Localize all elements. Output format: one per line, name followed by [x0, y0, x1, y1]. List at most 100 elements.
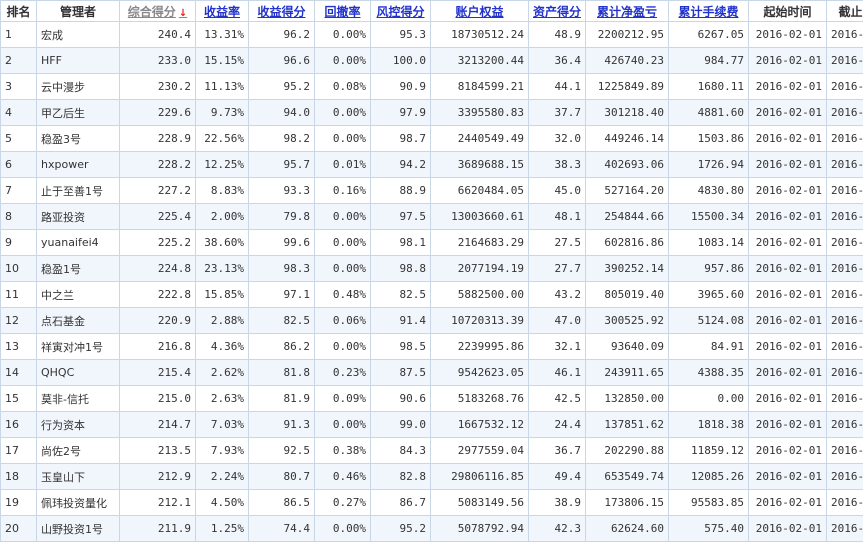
end-date-cell: 2016-02-15 — [826, 333, 863, 360]
drawdown-cell: 0.00% — [314, 203, 371, 230]
return-rate-cell: 22.56% — [195, 125, 249, 152]
col-header-start-date: 起始时间 — [748, 0, 827, 22]
end-date-cell: 2016-02-15 — [826, 489, 863, 516]
start-date-cell: 2016-02-01 — [748, 203, 827, 230]
table-row: 6 hxpower 228.2 12.25% 95.7 0.01% 94.2 3689688.… — [0, 151, 863, 178]
return-score-cell: 98.3 — [248, 255, 315, 282]
drawdown-cell: 0.46% — [314, 463, 371, 490]
total-score-cell: 233.0 — [119, 47, 196, 74]
table-row: 9 yuanaifei4 225.2 38.60% 99.6 0.00% 98.1 21646… — [0, 229, 863, 256]
manager-name: yuanaifei4 — [36, 229, 120, 256]
col-header-drawdown[interactable]: 回撤率 — [314, 0, 371, 22]
asset-score-cell: 42.5 — [528, 385, 586, 412]
return-rate-cell: 23.13% — [195, 255, 249, 282]
net-pnl-cell: 426740.23 — [585, 47, 669, 74]
table-row: 11 中之兰 222.8 15.85% 97.1 0.48% 82.5 5882500.00 4… — [0, 281, 863, 308]
equity-cell: 10720313.39 — [430, 307, 529, 334]
return-rate-cell: 15.85% — [195, 281, 249, 308]
col-header-asset-score[interactable]: 资产得分 — [528, 0, 586, 22]
end-date-cell: 2016-02-15 — [826, 125, 863, 152]
start-date-cell: 2016-02-01 — [748, 307, 827, 334]
risk-score-cell: 98.8 — [370, 255, 431, 282]
equity-cell: 3395580.83 — [430, 99, 529, 126]
table-row: 20 山野投资1号 211.9 1.25% 74.4 0.00% 95.2 5078792.9… — [0, 515, 863, 542]
risk-score-cell: 82.5 — [370, 281, 431, 308]
total-score-cell: 222.8 — [119, 281, 196, 308]
net-pnl-cell: 1225849.89 — [585, 73, 669, 100]
risk-score-cell: 82.8 — [370, 463, 431, 490]
risk-score-cell: 95.3 — [370, 21, 431, 48]
risk-score-cell: 95.2 — [370, 515, 431, 542]
col-header-fees[interactable]: 累计手续费 — [668, 0, 749, 22]
net-pnl-cell: 93640.09 — [585, 333, 669, 360]
start-date-cell: 2016-02-01 — [748, 333, 827, 360]
net-pnl-cell: 602816.86 — [585, 229, 669, 256]
fees-cell: 575.40 — [668, 515, 749, 542]
total-score-cell: 214.7 — [119, 411, 196, 438]
total-score-cell: 212.9 — [119, 463, 196, 490]
col-header-equity[interactable]: 账户权益 — [430, 0, 529, 22]
header-row: 排名 管理者 综合得分 ↓ 收益率 收益得分 回撤率 风控得分 账户权益 资产得分… — [0, 0, 863, 22]
manager-name: QHQC — [36, 359, 120, 386]
drawdown-cell: 0.16% — [314, 177, 371, 204]
return-rate-cell: 12.25% — [195, 151, 249, 178]
table-row: 4 甲乙后生 229.6 9.73% 94.0 0.00% 97.9 3395580.83 37… — [0, 99, 863, 126]
drawdown-cell: 0.27% — [314, 489, 371, 516]
asset-score-cell: 37.7 — [528, 99, 586, 126]
total-score-cell: 225.2 — [119, 229, 196, 256]
total-score-cell: 229.6 — [119, 99, 196, 126]
rank-cell: 6 — [0, 151, 37, 178]
fees-cell: 1818.38 — [668, 411, 749, 438]
total-score-cell: 228.9 — [119, 125, 196, 152]
table-row: 15 莫非-信托 215.0 2.63% 81.9 0.09% 90.6 5183268.76… — [0, 385, 863, 412]
return-score-cell: 95.7 — [248, 151, 315, 178]
col-header-net-pnl[interactable]: 累计净盈亏 — [585, 0, 669, 22]
return-score-cell: 80.7 — [248, 463, 315, 490]
net-pnl-cell: 243911.65 — [585, 359, 669, 386]
asset-score-cell: 32.1 — [528, 333, 586, 360]
asset-score-cell: 27.7 — [528, 255, 586, 282]
equity-cell: 5882500.00 — [430, 281, 529, 308]
equity-cell: 3213200.44 — [430, 47, 529, 74]
fees-cell: 1680.11 — [668, 73, 749, 100]
return-score-cell: 93.3 — [248, 177, 315, 204]
equity-cell: 29806116.85 — [430, 463, 529, 490]
net-pnl-cell: 402693.06 — [585, 151, 669, 178]
end-date-cell: 2016-02-15 — [826, 99, 863, 126]
table-row: 19 佩玮投资量化 212.1 4.50% 86.5 0.27% 86.7 5083149.5… — [0, 489, 863, 516]
end-date-cell: 2016-02-15 — [826, 177, 863, 204]
manager-name: 尚佐2号 — [36, 437, 120, 464]
fees-cell: 12085.26 — [668, 463, 749, 490]
equity-cell: 2077194.19 — [430, 255, 529, 282]
end-date-cell: 2016-02-15 — [826, 307, 863, 334]
return-score-cell: 96.2 — [248, 21, 315, 48]
drawdown-cell: 0.38% — [314, 437, 371, 464]
net-pnl-cell: 132850.00 — [585, 385, 669, 412]
end-date-cell: 2016-02-15 — [826, 73, 863, 100]
end-date-cell: 2016-02-15 — [826, 229, 863, 256]
fees-cell: 4881.60 — [668, 99, 749, 126]
return-rate-cell: 1.25% — [195, 515, 249, 542]
fees-cell: 4388.35 — [668, 359, 749, 386]
end-date-cell: 2016-02-15 — [826, 255, 863, 282]
return-rate-cell: 38.60% — [195, 229, 249, 256]
return-score-cell: 99.6 — [248, 229, 315, 256]
asset-score-cell: 27.5 — [528, 229, 586, 256]
sort-desc-icon: ↓ — [178, 7, 188, 19]
manager-name: 甲乙后生 — [36, 99, 120, 126]
end-date-cell: 2016-02-15 — [826, 437, 863, 464]
table-row: 5 稳盈3号 228.9 22.56% 98.2 0.00% 98.7 2440549.49 3… — [0, 125, 863, 152]
equity-cell: 2239995.86 — [430, 333, 529, 360]
rank-cell: 12 — [0, 307, 37, 334]
fees-cell: 15500.34 — [668, 203, 749, 230]
fees-cell: 95583.85 — [668, 489, 749, 516]
end-date-cell: 2016-02-15 — [826, 21, 863, 48]
col-header-return-rate[interactable]: 收益率 — [195, 0, 249, 22]
risk-score-cell: 87.5 — [370, 359, 431, 386]
col-header-risk-score[interactable]: 风控得分 — [370, 0, 431, 22]
asset-score-cell: 38.9 — [528, 489, 586, 516]
col-header-total-score[interactable]: 综合得分 ↓ — [119, 0, 196, 22]
start-date-cell: 2016-02-01 — [748, 359, 827, 386]
col-header-return-score[interactable]: 收益得分 — [248, 0, 315, 22]
end-date-cell: 2016-02-15 — [826, 463, 863, 490]
